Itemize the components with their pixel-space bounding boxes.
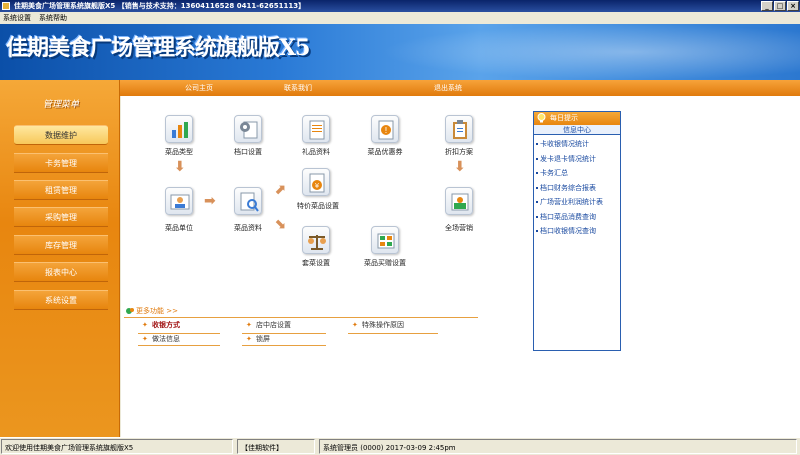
tips-link[interactable]: 卡收银情况统计 [534, 137, 620, 152]
banner: 佳期美食广场管理系统旗舰版X5 [0, 24, 800, 80]
arrow-up-right-icon: ⬈ [274, 182, 286, 198]
status-company-text: 【佳期软件】 [241, 444, 283, 452]
promotion-icon[interactable] [445, 187, 473, 215]
label-dish-buy-gift: 菜品买赠设置 [364, 259, 406, 267]
label-gift-data: 礼品资料 [302, 148, 330, 156]
clipboard-icon[interactable] [445, 115, 473, 143]
label-set-meal: 套菜设置 [302, 259, 330, 267]
window-controls: _ □ × [761, 1, 799, 11]
label-discount-plan: 折扣方案 [445, 148, 473, 156]
divider [242, 345, 326, 346]
document-icon[interactable] [302, 115, 330, 143]
banner-glow [380, 24, 800, 80]
daily-tips-panel: 每日提示 信息中心 卡收银情况统计 发卡退卡情况统计 卡务汇总 档口财务综合报表… [533, 111, 621, 351]
status-bar: 欢迎使用佳期美食广场管理系统旗舰版X5 【佳期软件】 系统管理员 (0000) … [0, 437, 800, 455]
label-dish-type: 菜品类型 [165, 148, 193, 156]
maximize-button[interactable]: □ [774, 1, 786, 11]
status-user-time-text: 系统管理员 (0000) 2017-03-09 2:45pm [323, 444, 456, 452]
bar-chart-icon[interactable] [165, 115, 193, 143]
divider [348, 333, 438, 334]
more-item-payment-method[interactable]: 收银方式 [142, 319, 180, 331]
close-button[interactable]: × [787, 1, 799, 11]
tips-link[interactable]: 档口收银情况查询 [534, 224, 620, 239]
sidebar: 管理菜单 数据维护 卡务管理 租赁管理 采购管理 库存管理 报表中心 系统设置 [0, 80, 120, 437]
banner-logo: 佳期美食广场管理系统旗舰版X5 [6, 35, 310, 61]
gift-grid-icon[interactable] [371, 226, 399, 254]
label-site-promo: 全场营销 [445, 224, 473, 232]
special-price-icon[interactable]: ¥ [302, 168, 330, 196]
sidebar-item-report-center[interactable]: 报表中心 [14, 262, 108, 282]
menu-system-help[interactable]: 系统帮助 [39, 12, 67, 24]
sidebar-heading: 管理菜单 [42, 100, 79, 110]
sidebar-item-purchase-management[interactable]: 采购管理 [14, 207, 108, 227]
arrow-down-icon: ⬇ [174, 159, 186, 175]
lightbulb-icon [537, 113, 546, 123]
info-center-label: 信息中心 [534, 125, 620, 135]
user-card-icon[interactable] [165, 187, 193, 215]
tips-link[interactable]: 发卡退卡情况统计 [534, 152, 620, 167]
arrow-down-icon: ⬇ [454, 159, 466, 175]
nav-exit-system[interactable]: 退出系统 [434, 80, 462, 96]
app-window: 佳期美食广场管理系统旗舰版X5 【销售与技术支持：13604116528 041… [0, 0, 800, 455]
divider [124, 317, 478, 318]
tips-link[interactable]: 卡务汇总 [534, 166, 620, 181]
menu-system-settings[interactable]: 系统设置 [3, 12, 31, 24]
leaf-icon [126, 308, 134, 314]
tips-link[interactable]: 档口财务综合报表 [534, 181, 620, 196]
label-stall-setup: 档口设置 [234, 148, 262, 156]
status-welcome: 欢迎使用佳期美食广场管理系统旗舰版X5 [1, 439, 233, 454]
label-special-dish: 特价菜品设置 [297, 202, 339, 210]
daily-tips-header: 每日提示 [534, 112, 620, 125]
svg-text:¥: ¥ [315, 182, 320, 190]
sidebar-item-lease-management[interactable]: 租赁管理 [14, 180, 108, 200]
more-functions-title: 更多功能 >> [136, 307, 178, 315]
sidebar-item-card-management[interactable]: 卡务管理 [14, 153, 108, 173]
search-document-icon[interactable] [234, 187, 262, 215]
more-item-store-in-store[interactable]: 店中店设置 [246, 319, 291, 331]
status-welcome-text: 欢迎使用佳期美食广场管理系统旗舰版X5 [5, 444, 134, 452]
sidebar-item-system-settings[interactable]: 系统设置 [14, 290, 108, 310]
app-icon [2, 2, 10, 10]
label-dish-coupon: 菜品优惠券 [367, 148, 403, 156]
title-bar: 佳期美食广场管理系统旗舰版X5 【销售与技术支持：13604116528 041… [0, 0, 800, 12]
divider [138, 345, 220, 346]
more-item-lock-screen[interactable]: 锁屏 [246, 333, 270, 345]
coupon-icon[interactable]: ! [371, 115, 399, 143]
nav-contact-us[interactable]: 联系我们 [284, 80, 312, 96]
status-company: 【佳期软件】 [237, 439, 315, 454]
svg-text:!: ! [384, 126, 387, 135]
tips-link[interactable]: 广场营业利润统计表 [534, 195, 620, 210]
arrow-right-icon: ➡ [204, 193, 216, 209]
more-functions-section: 更多功能 >> 收银方式 店中店设置 特殊操作原因 做法信息 锁屏 [124, 305, 478, 346]
scale-icon[interactable] [302, 226, 330, 254]
window-title: 佳期美食广场管理系统旗舰版X5 【销售与技术支持：13604116528 041… [14, 2, 306, 10]
tips-link[interactable]: 档口菜品消费查询 [534, 210, 620, 225]
more-item-cooking-method[interactable]: 做法信息 [142, 333, 180, 345]
sidebar-item-inventory-management[interactable]: 库存管理 [14, 235, 108, 255]
status-user-time: 系统管理员 (0000) 2017-03-09 2:45pm [319, 439, 797, 454]
tips-list: 卡收银情况统计 发卡退卡情况统计 卡务汇总 档口财务综合报表 广场营业利润统计表… [534, 135, 620, 239]
menu-bar: 系统设置 系统帮助 [0, 12, 800, 24]
nav-company-home[interactable]: 公司主页 [185, 80, 213, 96]
gear-document-icon[interactable] [234, 115, 262, 143]
top-nav: 公司主页 联系我们 退出系统 [0, 80, 800, 96]
daily-tips-title: 每日提示 [550, 114, 578, 122]
more-item-special-operation-reason[interactable]: 特殊操作原因 [352, 319, 404, 331]
label-dish-unit: 菜品单位 [165, 224, 193, 232]
sidebar-item-data-maintenance[interactable]: 数据维护 [14, 125, 108, 145]
more-functions-header[interactable]: 更多功能 >> [124, 305, 478, 317]
minimize-button[interactable]: _ [761, 1, 773, 11]
arrow-down-right-icon: ⬊ [274, 216, 286, 232]
label-dish-data: 菜品资料 [234, 224, 262, 232]
